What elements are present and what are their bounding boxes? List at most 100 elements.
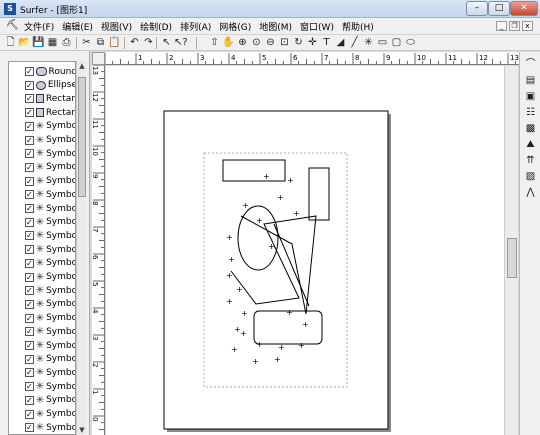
object-list-item[interactable]: ✓ ✳ Symbo <box>9 257 75 270</box>
visibility-checkbox[interactable]: ✓ <box>25 176 34 186</box>
visibility-checkbox[interactable]: ✓ <box>25 135 34 145</box>
rounded-rectangle-icon[interactable]: ▢ <box>390 36 403 49</box>
select-icon[interactable]: ↖ <box>160 36 173 49</box>
object-list-item[interactable]: ✓ ✳ Symbo <box>9 161 75 174</box>
object-list-item[interactable]: ✓ ✳ Symbo <box>9 271 75 284</box>
paste-icon[interactable]: 📋 <box>108 36 121 49</box>
doc-minimize-button[interactable]: _ <box>496 21 507 31</box>
move-icon[interactable]: ⇧ <box>208 36 221 49</box>
visibility-checkbox[interactable]: ✓ <box>25 313 34 323</box>
help-pointer-icon[interactable]: ↖? <box>174 36 188 49</box>
menu-item[interactable]: 绘制(D) <box>140 20 172 33</box>
visibility-checkbox[interactable]: ✓ <box>25 231 34 241</box>
object-list-item[interactable]: ✓ ✳ Symbo <box>9 243 75 256</box>
visibility-checkbox[interactable]: ✓ <box>25 258 34 268</box>
visibility-checkbox[interactable]: ✓ <box>25 108 34 118</box>
rotate-icon[interactable]: ↻ <box>292 36 305 49</box>
menu-item[interactable]: 网格(G) <box>219 20 251 33</box>
object-list-scrollbar[interactable]: ▲ ▼ <box>76 61 86 435</box>
maximize-button[interactable]: □ <box>488 1 510 16</box>
document-system-menu-icon[interactable]: ⛏ <box>6 20 19 32</box>
crosshair-icon[interactable]: ✛ <box>306 36 319 49</box>
polyline-icon[interactable]: ╱ <box>348 36 361 49</box>
menu-item[interactable]: 视图(V) <box>101 20 132 33</box>
minimize-button[interactable]: – <box>466 1 488 16</box>
visibility-checkbox[interactable]: ✓ <box>25 204 34 213</box>
object-list-item[interactable]: ✓ ✳ Symbo <box>9 147 75 160</box>
menu-item[interactable]: 窗口(W) <box>300 20 334 33</box>
doc-restore-button[interactable]: ❐ <box>509 21 520 31</box>
visibility-checkbox[interactable]: ✓ <box>25 272 34 282</box>
scroll-thumb[interactable] <box>78 77 86 197</box>
cut-icon[interactable]: ✂ <box>80 36 93 49</box>
scroll-down-arrow-icon[interactable]: ▼ <box>77 425 87 435</box>
object-list-item[interactable]: ✓ ✳ Symbo <box>9 284 75 297</box>
visibility-checkbox[interactable]: ✓ <box>25 162 34 172</box>
wireframe-icon[interactable]: ⋀ <box>524 186 537 199</box>
visibility-checkbox[interactable]: ✓ <box>25 94 34 104</box>
canvas-vertical-scrollbar[interactable] <box>504 66 518 435</box>
visibility-checkbox[interactable]: ✓ <box>25 149 34 159</box>
plot-canvas[interactable]: + + + + + + + + + + + + + + + + + + + + … <box>106 66 504 435</box>
object-list-item[interactable]: ✓ ✳ Symbo <box>9 366 75 379</box>
visibility-checkbox[interactable]: ✓ <box>25 409 34 419</box>
visibility-checkbox[interactable]: ✓ <box>25 327 34 337</box>
object-list-item[interactable]: ✓ ✳ Symbo <box>9 353 75 366</box>
object-list-item[interactable]: ✓ ✳ Symbo <box>9 394 75 407</box>
object-list-item[interactable]: ✓ ✳ Symbo <box>9 325 75 338</box>
visibility-checkbox[interactable]: ✓ <box>25 354 34 364</box>
visibility-checkbox[interactable]: ✓ <box>25 423 34 433</box>
ellipse-icon[interactable]: ⬭ <box>404 36 417 49</box>
object-list-item[interactable]: ✓ ✳ Symbo <box>9 120 75 133</box>
visibility-checkbox[interactable]: ✓ <box>25 368 34 378</box>
post-map-icon[interactable]: ☷ <box>524 106 537 119</box>
rectangle-icon[interactable]: ▭ <box>376 36 389 49</box>
new-icon[interactable]: 🗋 <box>4 36 17 49</box>
print-icon[interactable]: ⎙ <box>60 36 73 49</box>
object-list-item[interactable]: ✓ ✳ Symbo <box>9 216 75 229</box>
shaded-relief-icon[interactable]: ⛰ <box>524 138 537 151</box>
base-map-icon[interactable]: ▤ <box>524 74 537 87</box>
object-list-item[interactable]: ✓ ✳ Symbo <box>9 339 75 352</box>
object-list-item[interactable]: ✓ ✳ Symbo <box>9 421 75 434</box>
visibility-checkbox[interactable]: ✓ <box>25 299 34 309</box>
menu-item[interactable]: 文件(F) <box>24 20 54 33</box>
menu-item[interactable]: 排列(A) <box>180 20 211 33</box>
zoom-page-icon[interactable]: ⊡ <box>278 36 291 49</box>
zoom-out-icon[interactable]: ⊖ <box>264 36 277 49</box>
doc-close-button[interactable]: x <box>522 21 533 31</box>
object-list-item[interactable]: ✓ ✳ Symbo <box>9 202 75 215</box>
pan-icon[interactable]: ✋ <box>222 36 235 49</box>
image-map-icon[interactable]: ▩ <box>524 122 537 135</box>
visibility-checkbox[interactable]: ✓ <box>25 245 34 255</box>
zoom-fit-icon[interactable]: ⊙ <box>250 36 263 49</box>
object-list-item[interactable]: ✓ ✳ Symbo <box>9 298 75 311</box>
object-list-item[interactable]: ✓ Rectan <box>9 106 75 119</box>
copy-icon[interactable]: ⧉ <box>94 36 107 49</box>
3d-surface-icon[interactable]: ▨ <box>524 170 537 183</box>
vector-map-icon[interactable]: ⇈ <box>524 154 537 167</box>
object-list-item[interactable]: ✓ Rectan <box>9 92 75 105</box>
symbol-icon[interactable]: ✳ <box>362 36 375 49</box>
object-list-item[interactable]: ✓ ✳ Symbo <box>9 175 75 188</box>
text-icon[interactable]: T <box>320 36 333 49</box>
visibility-checkbox[interactable]: ✓ <box>25 190 34 200</box>
visibility-checkbox[interactable]: ✓ <box>25 217 34 227</box>
redo-icon[interactable]: ↷ <box>142 36 155 49</box>
object-list-item[interactable]: ✓ ✳ Symbo <box>9 312 75 325</box>
polygon-icon[interactable]: ◢ <box>334 36 347 49</box>
open-icon[interactable]: 📂 <box>18 36 31 49</box>
visibility-checkbox[interactable]: ✓ <box>25 286 34 296</box>
object-list-item[interactable]: ✓ ✳ Symbo <box>9 408 75 421</box>
canvas-scroll-thumb[interactable] <box>507 238 517 278</box>
menu-item[interactable]: 帮助(H) <box>342 20 374 33</box>
save-icon[interactable]: 💾 <box>32 36 45 49</box>
visibility-checkbox[interactable]: ✓ <box>25 382 34 392</box>
object-list-item[interactable]: ✓ ✳ Symbo <box>9 229 75 242</box>
undo-icon[interactable]: ↶ <box>128 36 141 49</box>
close-button[interactable]: ✕ <box>510 1 538 16</box>
visibility-checkbox[interactable]: ✓ <box>25 80 34 90</box>
visibility-checkbox[interactable]: ✓ <box>25 67 34 76</box>
object-list-item[interactable]: ✓ Ellipse <box>9 79 75 92</box>
visibility-checkbox[interactable]: ✓ <box>25 121 34 131</box>
